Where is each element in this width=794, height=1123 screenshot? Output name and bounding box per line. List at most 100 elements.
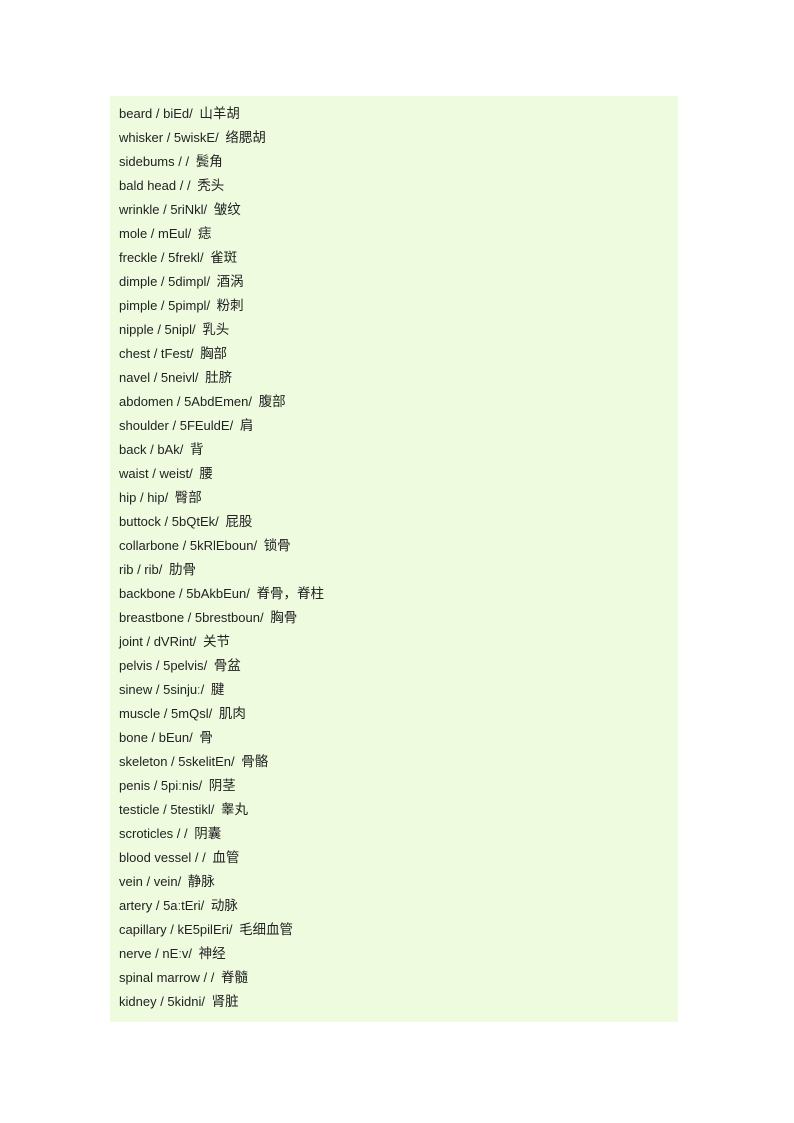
entry-term: artery — [119, 898, 153, 913]
entry-term: breastbone — [119, 610, 185, 625]
entry-gloss: 睾丸 — [221, 802, 249, 817]
entry-separator-close: / — [208, 706, 216, 721]
entry-separator-close: / — [228, 922, 237, 937]
entry-separator-close: / — [248, 394, 256, 409]
entry-phonetic: tFest — [160, 346, 190, 361]
vocabulary-entry: mole / mEul/ 痣 — [110, 222, 678, 246]
entry-term: kidney — [119, 994, 157, 1009]
document-page: beard / biEd/ 山羊胡 whisker / 5wiskE/ 络腮胡 si… — [0, 0, 794, 1123]
vocabulary-entry: chest / tFest/ 胸部 — [110, 342, 678, 366]
vocabulary-entry: shoulder / 5FEuldE/ 肩 — [110, 414, 678, 438]
entry-term: nerve — [119, 946, 152, 961]
entry-term: beard — [119, 106, 153, 121]
entry-phonetic: kE5pilEri — [177, 922, 229, 937]
entry-separator-open: / — [199, 970, 211, 985]
entry-separator-open: / — [146, 442, 158, 457]
entry-separator-close: / — [210, 802, 219, 817]
entry-separator-open: / — [147, 226, 159, 241]
vocabulary-entry: pimple / 5pimpl/ 粉刺 — [110, 294, 678, 318]
vocabulary-entry: joint / dVRint/ 关节 — [110, 630, 678, 654]
entry-term: nipple — [119, 322, 154, 337]
entry-separator-open: / — [175, 586, 187, 601]
entry-gloss: 秃头 — [197, 178, 225, 193]
entry-gloss: 肾脏 — [211, 994, 239, 1009]
entry-separator-close: / — [200, 682, 208, 697]
entry-separator-close: / — [189, 346, 198, 361]
entry-term: whisker — [119, 130, 164, 145]
entry-phonetic: 5wiskE — [173, 130, 216, 145]
entry-separator-open: / — [159, 202, 171, 217]
vocabulary-entry: nipple / 5nipl/ 乳头 — [110, 318, 678, 342]
entry-phonetic: 5testikl — [170, 802, 211, 817]
entry-phonetic: 5dimpl — [168, 274, 207, 289]
entry-phonetic: 5frekl — [168, 250, 200, 265]
entry-term: skeleton — [119, 754, 168, 769]
vocabulary-entry: sinew / 5sinjuː/ 腱 — [110, 678, 678, 702]
entry-separator-open: / — [157, 250, 169, 265]
entry-phonetic: nEːv — [162, 946, 189, 961]
vocabulary-entry: pelvis / 5pelvis/ 骨盆 — [110, 654, 678, 678]
entry-separator-open: / — [150, 346, 161, 361]
entry-term: rib — [119, 562, 134, 577]
entry-separator-open: / — [166, 922, 178, 937]
entry-term: hip — [119, 490, 137, 505]
entry-gloss: 胸部 — [200, 346, 228, 361]
entry-term: shoulder — [119, 418, 169, 433]
vocabulary-entry: capillary / kE5pilEri/ 毛细血管 — [110, 918, 678, 942]
entry-phonetic: 5mQsl — [171, 706, 209, 721]
vocabulary-entry: artery / 5aːtEri/ 动脉 — [110, 894, 678, 918]
entry-separator-open: / — [157, 274, 169, 289]
entry-phonetic: 5brestboun — [194, 610, 260, 625]
vocabulary-entry: penis / 5piːnis/ 阴茎 — [110, 774, 678, 798]
entry-separator-close: / — [158, 562, 166, 577]
entry-separator-close: / — [200, 898, 208, 913]
entry-separator-open: / — [152, 682, 164, 697]
vocabulary-entry: hip / hip/ 臀部 — [110, 486, 678, 510]
entry-gloss: 骨盆 — [213, 658, 241, 673]
entry-gloss: 脊髓 — [221, 970, 248, 985]
entry-term: bone — [119, 730, 148, 745]
vocabulary-entry: back / bAk/ 背 — [110, 438, 678, 462]
entry-separator-close: / — [179, 442, 187, 457]
entry-term: collarbone — [119, 538, 179, 553]
entry-gloss: 动脉 — [210, 898, 238, 913]
entry-term: abdomen — [119, 394, 174, 409]
entry-phonetic: 5neivl — [160, 370, 195, 385]
vocabulary-entry: rib / rib/ 肋骨 — [110, 558, 678, 582]
vocabulary-entry: breastbone / 5brestboun/ 胸骨 — [110, 606, 678, 630]
entry-term: navel — [119, 370, 151, 385]
entry-separator-open: / — [142, 874, 154, 889]
entry-separator-open: / — [163, 130, 174, 145]
entry-gloss: 关节 — [202, 634, 230, 649]
entry-separator-open: / — [152, 898, 164, 913]
entry-gloss: 鬓角 — [195, 154, 223, 169]
entry-gloss: 锁骨 — [263, 538, 291, 553]
entry-gloss: 肚脐 — [205, 370, 233, 385]
entry-term: spinal marrow — [119, 970, 200, 985]
entry-separator-open: / — [173, 826, 185, 841]
entry-gloss: 乳头 — [202, 322, 230, 337]
entry-separator-open: / — [147, 730, 159, 745]
entry-gloss: 络腮胡 — [225, 130, 266, 145]
entry-separator-close: / — [229, 418, 237, 433]
entry-term: chest — [119, 346, 151, 361]
entry-separator-open: / — [152, 106, 164, 121]
entry-separator-close: / — [177, 874, 185, 889]
entry-separator-open: / — [160, 706, 172, 721]
vocabulary-entry: wrinkle / 5riNkl/ 皱纹 — [110, 198, 678, 222]
entry-phonetic: 5piːnis — [160, 778, 199, 793]
entry-term: sidebums — [119, 154, 175, 169]
entry-separator-open: / — [191, 850, 203, 865]
entry-gloss: 粉刺 — [216, 298, 244, 313]
entry-phonetic: 5AbdEmen — [184, 394, 249, 409]
entry-gloss: 腱 — [210, 682, 225, 697]
entry-phonetic: rib — [144, 562, 159, 577]
entry-separator-open: / — [168, 418, 180, 433]
entry-separator-open: / — [157, 298, 169, 313]
entry-separator-open: / — [142, 634, 154, 649]
entry-term: testicle — [119, 802, 160, 817]
entry-separator-open: / — [136, 490, 148, 505]
vocabulary-entry: spinal marrow / / 脊髓 — [110, 966, 678, 990]
entry-separator-open: / — [174, 154, 186, 169]
entry-separator-close: / — [188, 946, 196, 961]
